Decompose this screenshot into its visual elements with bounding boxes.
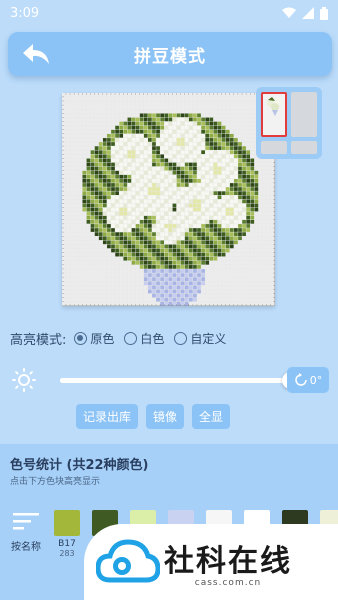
radio-label: 自定义	[190, 331, 227, 346]
radio-label: 白色	[140, 331, 165, 346]
record-outbound-button[interactable]: 记录出库	[76, 404, 139, 429]
status-bar: 3:09	[0, 0, 338, 26]
watermark-title: 社科在线	[164, 544, 292, 579]
brightness-icon	[12, 368, 36, 392]
thumbnail-cell[interactable]	[291, 92, 317, 137]
status-time: 3:09	[10, 5, 40, 21]
watermark-text: 社科在线 cass.com.cn	[164, 536, 292, 588]
brightness-slider-fill	[60, 378, 290, 383]
rotate-angle-label: 0°	[309, 373, 323, 387]
color-swatch	[54, 510, 80, 536]
swatch-count: 283	[59, 549, 75, 558]
radio-custom[interactable]: 自定义	[174, 330, 226, 347]
rotate-button[interactable]: 0°	[287, 367, 329, 393]
bead-pattern-canvas[interactable]	[62, 93, 275, 306]
signal-icon	[302, 7, 314, 19]
brightness-slider[interactable]	[60, 372, 299, 389]
watermark-overlay: 社科在线 cass.com.cn	[84, 524, 338, 600]
rotate-icon	[295, 373, 307, 386]
radio-unchecked-icon	[174, 331, 188, 345]
battery-icon	[320, 6, 328, 20]
cloud-logo-icon	[96, 539, 160, 583]
show-all-button[interactable]: 全显	[192, 404, 231, 429]
sort-by-name-button[interactable]: 按名称	[8, 512, 44, 553]
page-title: 拼豆模式	[134, 46, 206, 67]
radio-white[interactable]: 白色	[124, 330, 164, 347]
action-buttons: 记录出库 镜像 全显	[76, 404, 231, 429]
color-stats-hint: 点击下方色块高亮显示	[10, 477, 101, 487]
back-button[interactable]	[18, 39, 54, 69]
color-stats-title: 色号统计 (共22种颜色)	[10, 458, 149, 473]
bead-pattern-image	[62, 93, 275, 306]
bouquet-thumbnail-icon	[267, 97, 282, 116]
thumbnail-cell-active[interactable]	[261, 92, 287, 137]
color-swatch-item[interactable]: B17 283	[52, 510, 82, 558]
highlight-mode-row: 高亮模式: 原色 白色 自定义	[10, 328, 236, 348]
radio-unchecked-icon	[124, 331, 138, 345]
status-icons	[282, 6, 328, 20]
wifi-icon	[282, 7, 296, 18]
radio-label: 原色	[90, 331, 115, 346]
radio-checked-icon	[74, 331, 88, 345]
mirror-button[interactable]: 镜像	[146, 404, 185, 429]
header-bar: 拼豆模式	[8, 32, 332, 76]
sort-label: 按名称	[11, 542, 41, 553]
thumbnail-navigator	[256, 87, 322, 159]
bead-grid	[62, 93, 275, 306]
back-arrow-icon	[23, 44, 49, 64]
thumbnail-cell[interactable]	[261, 141, 287, 154]
thumbnail-cell[interactable]	[291, 141, 317, 154]
sort-icon	[13, 513, 39, 530]
highlight-mode-label: 高亮模式:	[10, 332, 67, 348]
swatch-code: B17	[58, 539, 76, 549]
radio-original-color[interactable]: 原色	[74, 330, 114, 347]
